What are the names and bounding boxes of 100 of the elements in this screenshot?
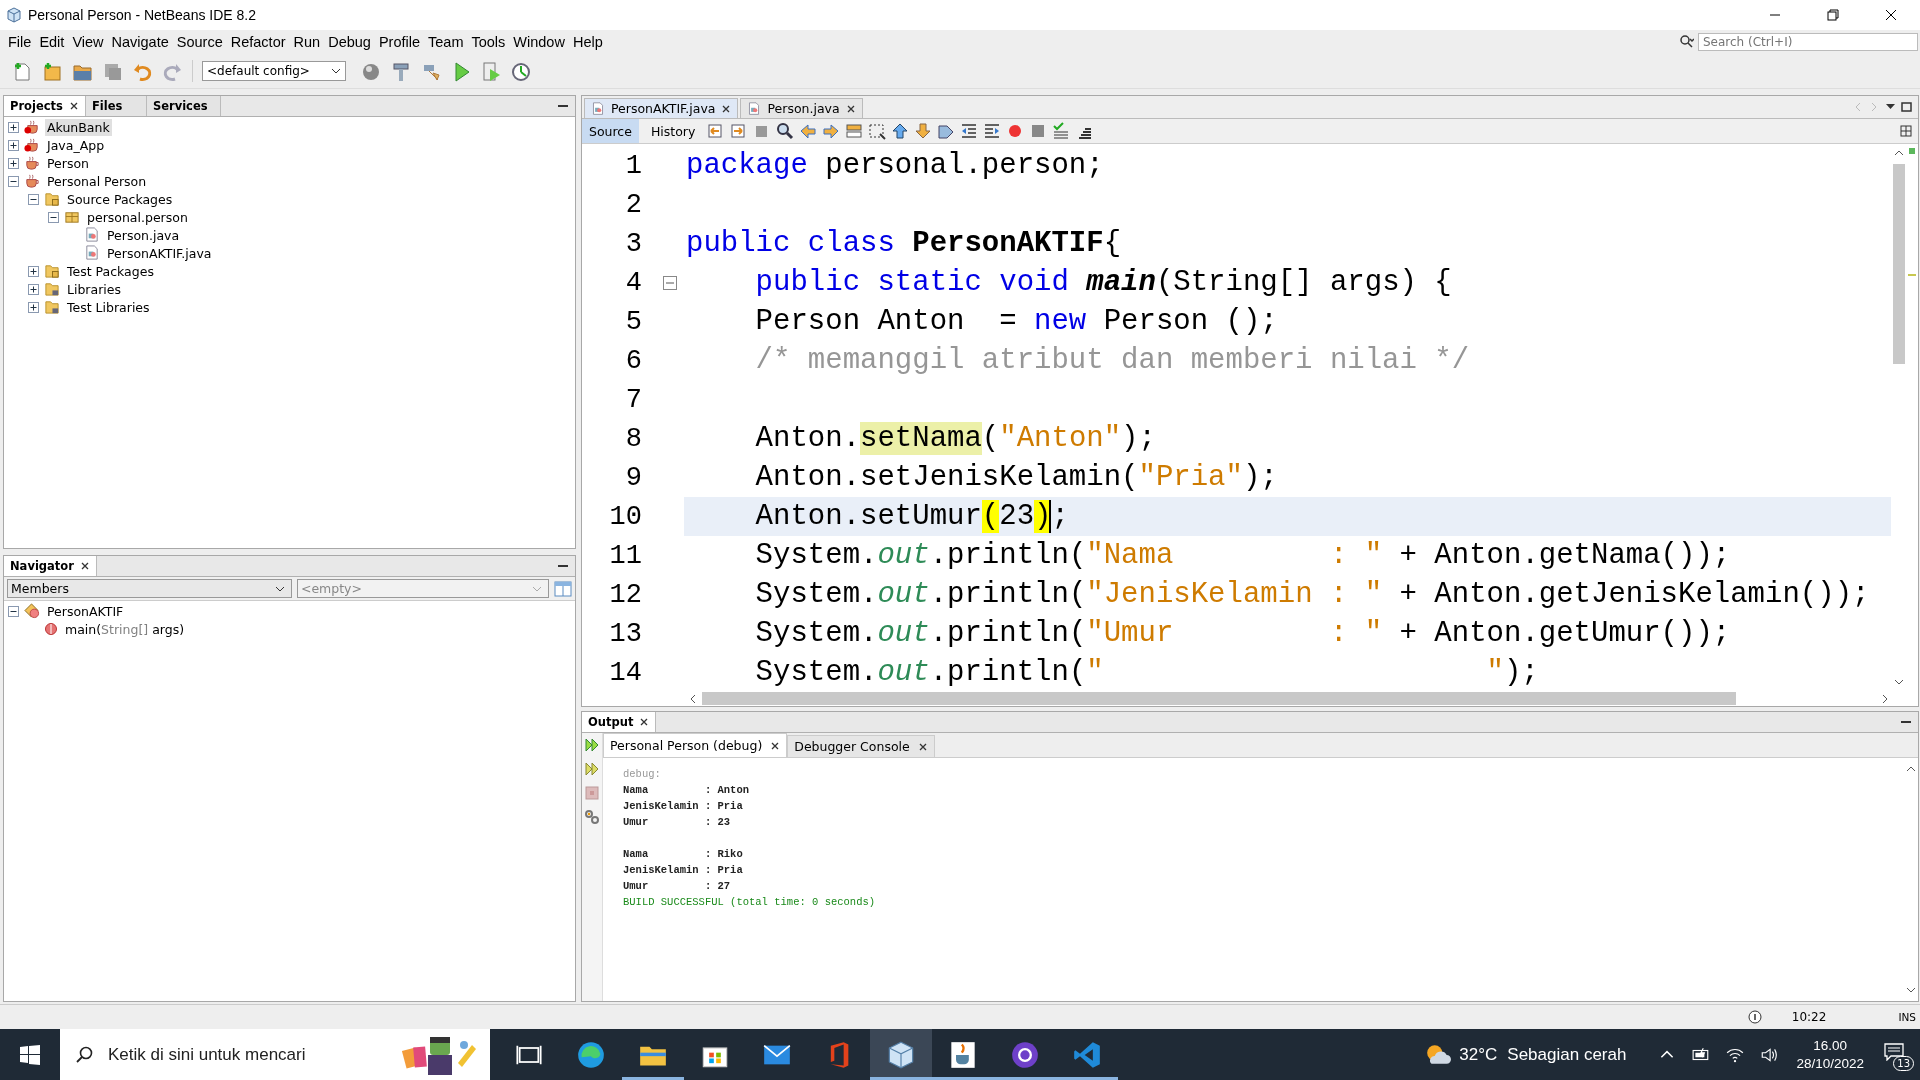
menu-item[interactable]: Source <box>172 34 227 50</box>
members-dropdown[interactable]: Members <box>7 579 292 598</box>
collapse-icon[interactable] <box>8 175 19 187</box>
console-tab[interactable]: Debugger Console <box>787 735 935 757</box>
close-icon[interactable] <box>639 717 650 727</box>
close-icon[interactable] <box>721 103 732 114</box>
search-icon[interactable] <box>1680 35 1694 49</box>
view-tab[interactable]: History <box>643 119 703 143</box>
menu-item[interactable]: File <box>4 34 36 50</box>
arrow-left-icon[interactable] <box>799 122 818 140</box>
arrow-right-icon[interactable] <box>1880 693 1890 704</box>
tree-item[interactable]: Libraries <box>65 280 123 298</box>
search-field[interactable]: Ketik di sini untuk mencari <box>106 1043 380 1066</box>
search-icon[interactable] <box>776 122 795 140</box>
close-icon[interactable] <box>79 561 90 571</box>
tree-item[interactable]: Personal Person <box>45 172 149 190</box>
arrow-down-icon[interactable] <box>1906 985 1916 995</box>
panel-tab[interactable]: Projects <box>4 96 86 116</box>
menu-item[interactable]: Navigate <box>107 34 173 50</box>
menu-item[interactable]: Edit <box>35 34 69 50</box>
taskbar-app[interactable] <box>870 1029 932 1080</box>
info-icon[interactable] <box>1747 1010 1762 1024</box>
editor-tab[interactable]: Person.java <box>740 98 863 118</box>
tree-item[interactable]: personal.person <box>85 208 190 226</box>
rerun-icon[interactable] <box>584 761 600 777</box>
expand-icon[interactable] <box>28 301 39 313</box>
hammer-icon[interactable] <box>391 60 412 82</box>
panel-tab[interactable]: Navigator <box>4 556 97 576</box>
clock-date[interactable]: 28/10/2022 <box>1796 1054 1864 1073</box>
menu-item[interactable]: View <box>68 34 108 50</box>
tab-navigation-icon[interactable] <box>1854 101 1914 113</box>
panel-tab[interactable]: Services <box>146 96 221 116</box>
panel-tab[interactable]: Output <box>582 712 657 732</box>
close-icon[interactable] <box>68 101 79 111</box>
tree-item[interactable]: PersonAKTIF <box>45 602 126 620</box>
tree-item[interactable]: Test Packages <box>65 262 156 280</box>
collapse-icon[interactable] <box>28 193 39 205</box>
search-icon[interactable] <box>76 1045 94 1064</box>
editor-tab[interactable]: PersonAKTIF.java <box>584 98 739 118</box>
collapse-icon[interactable] <box>8 605 19 617</box>
menu-item[interactable]: Help <box>568 34 607 50</box>
check-lines-icon[interactable] <box>1052 122 1071 140</box>
new-file-icon[interactable] <box>12 60 33 82</box>
window-title: Personal Person - NetBeans IDE 8.2 <box>28 7 256 23</box>
code-line: /* memanggil atribut dan memberi nilai */ <box>754 343 1471 379</box>
close-icon[interactable] <box>845 103 856 114</box>
gauge-icon[interactable] <box>511 60 532 82</box>
menu-item[interactable]: Tools <box>467 34 510 50</box>
weather-text[interactable]: Sebagian cerah <box>1507 1044 1627 1065</box>
tree-item[interactable]: AkunBank <box>45 118 112 136</box>
indent-left-icon[interactable] <box>960 122 979 140</box>
folder-icon <box>44 281 60 297</box>
line-number: 9 <box>624 462 643 493</box>
rerun-icon[interactable] <box>584 737 600 753</box>
arrow-left-icon[interactable] <box>688 693 698 704</box>
tree-item[interactable]: Person <box>45 154 91 172</box>
message-icon[interactable] <box>1884 1042 1904 1061</box>
config-dropdown[interactable]: <default config> <box>202 61 346 81</box>
menu-item[interactable]: Debug <box>324 34 375 50</box>
arrow-down-icon[interactable] <box>1893 677 1904 687</box>
tree-item[interactable]: Source Packages <box>65 190 175 208</box>
search-field[interactable]: Search (Ctrl+I) <box>1698 33 1918 51</box>
expand-icon[interactable] <box>8 121 19 133</box>
settings-icon[interactable] <box>584 809 600 825</box>
search-box[interactable]: Ketik di sini untuk mencari <box>60 1029 490 1080</box>
view-tab[interactable]: Source <box>582 119 639 143</box>
collapse-icon[interactable] <box>48 211 59 223</box>
menu-item[interactable]: Window <box>509 34 569 50</box>
arrow-up-icon[interactable] <box>891 122 910 140</box>
stack-icon[interactable] <box>845 122 864 140</box>
tree-item[interactable]: Java_App <box>45 136 107 154</box>
panel-tab[interactable]: Files <box>85 96 147 116</box>
tree-item[interactable]: main(String[] args) <box>63 620 187 638</box>
expand-icon[interactable] <box>8 139 19 151</box>
code-line: System.out.println(" "); <box>754 655 1540 691</box>
expand-icon[interactable] <box>28 283 39 295</box>
menu-item[interactable]: Profile <box>374 34 424 50</box>
expand-icon[interactable] <box>28 265 39 277</box>
indent-right-icon[interactable] <box>983 122 1002 140</box>
expand-icon[interactable] <box>8 157 19 169</box>
menu-item[interactable]: Refactor <box>226 34 290 50</box>
tree-item[interactable]: Test Libraries <box>65 298 152 316</box>
clock-time[interactable]: 16.00 <box>1813 1036 1848 1055</box>
console-tab[interactable]: Personal Person (debug) <box>603 733 788 757</box>
weather-temperature[interactable]: 32°C <box>1459 1044 1498 1065</box>
cube-icon <box>887 1040 915 1069</box>
menu-item[interactable]: Team <box>424 34 468 50</box>
menu-item[interactable]: Run <box>289 34 325 50</box>
split-icon[interactable] <box>1900 125 1912 137</box>
tree-item[interactable]: PersonAKTIF.java <box>105 244 214 262</box>
arrow-down-icon[interactable] <box>914 122 933 140</box>
arrow-up-icon[interactable] <box>1906 764 1916 774</box>
new-project-icon[interactable] <box>42 60 63 82</box>
close-icon[interactable] <box>770 740 781 751</box>
arrow-right-icon[interactable] <box>822 122 841 140</box>
shape-icon[interactable] <box>937 122 956 140</box>
selection-icon[interactable] <box>868 122 887 140</box>
tree-item[interactable]: Person.java <box>105 226 182 244</box>
close-icon[interactable] <box>917 741 928 752</box>
arrow-up-icon[interactable] <box>1893 148 1904 158</box>
